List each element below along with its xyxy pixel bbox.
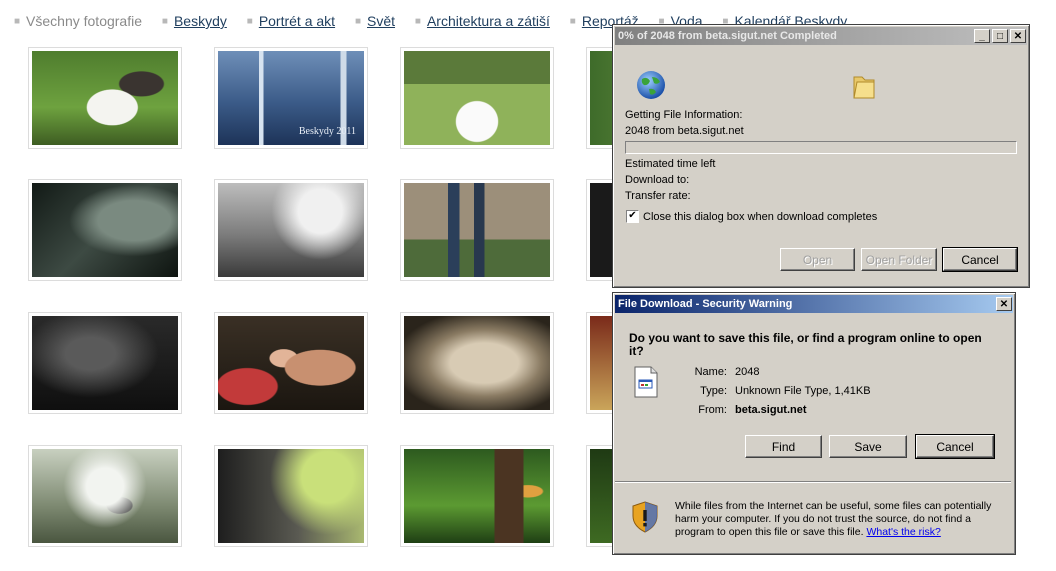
photo-thumbnail[interactable]: Beskydy 2011 xyxy=(214,47,368,149)
bullet-icon: ■ xyxy=(354,16,362,27)
photo-thumbnail[interactable] xyxy=(400,312,554,414)
nav-item-portret[interactable]: ■ Portrét a akt xyxy=(247,13,335,29)
security-title: File Download - Security Warning xyxy=(618,298,793,310)
transfer-rate-label: Transfer rate: xyxy=(625,190,691,202)
photo-image xyxy=(404,183,550,277)
close-icon[interactable]: ✕ xyxy=(996,297,1012,311)
close-icon[interactable]: ✕ xyxy=(1010,29,1026,43)
whats-the-risk-link[interactable]: What's the risk? xyxy=(866,526,940,538)
photo-thumbnail[interactable] xyxy=(28,445,182,547)
progress-title: 0% of 2048 from beta.sigut.net Completed xyxy=(618,30,837,42)
minimize-icon[interactable]: _ xyxy=(974,29,990,43)
photo-thumbnail[interactable] xyxy=(400,179,554,281)
warning-text: While files from the Internet can be use… xyxy=(675,500,1003,539)
download-progress-bar xyxy=(625,141,1017,154)
progress-titlebar: 0% of 2048 from beta.sigut.net Completed… xyxy=(615,27,1027,45)
dialog-separator xyxy=(615,481,1011,483)
security-titlebar: File Download - Security Warning ✕ xyxy=(615,295,1013,313)
nav-item-all[interactable]: ■ Všechny fotografie xyxy=(14,13,142,29)
globe-icon xyxy=(637,71,665,99)
maximize-icon[interactable]: □ xyxy=(992,29,1008,43)
photo-thumbnail[interactable] xyxy=(400,445,554,547)
bullet-icon: ■ xyxy=(246,16,253,27)
warning-body: While files from the Internet can be use… xyxy=(675,500,992,538)
folder-icon xyxy=(853,76,875,99)
photo-image xyxy=(32,316,178,410)
shield-warning-icon xyxy=(632,501,658,533)
bullet-icon: ■ xyxy=(14,16,21,27)
photo-image xyxy=(32,51,178,145)
photo-thumbnail[interactable] xyxy=(400,47,554,149)
from-label: From: xyxy=(698,404,727,416)
open-folder-button[interactable]: Open Folder xyxy=(861,248,937,271)
bullet-icon: ■ xyxy=(569,16,576,27)
name-label: Name: xyxy=(694,366,727,378)
security-question: Do you want to save this file, or find a… xyxy=(629,331,982,358)
photo-image xyxy=(404,51,550,145)
checkmark-icon: ✔ xyxy=(628,210,637,221)
photo-thumbnail[interactable] xyxy=(28,47,182,149)
photo-image xyxy=(218,316,364,410)
status-label: Getting File Information: xyxy=(625,109,743,121)
name-value: 2048 xyxy=(735,366,760,378)
type-label: Type: xyxy=(700,385,727,397)
photo-image xyxy=(404,316,550,410)
nav-item-svet[interactable]: ■ Svět xyxy=(355,13,395,29)
photo-image xyxy=(218,183,364,277)
photo-image xyxy=(218,449,364,543)
open-button[interactable]: Open xyxy=(780,248,855,271)
security-cancel-button[interactable]: Cancel xyxy=(915,434,995,459)
close-when-done-checkbox[interactable]: ✔ xyxy=(626,210,639,223)
photo-thumbnail[interactable] xyxy=(214,312,368,414)
download-to-label: Download to: xyxy=(625,174,690,186)
save-button[interactable]: Save xyxy=(829,435,907,458)
type-value: Unknown File Type, 1,41KB xyxy=(735,385,871,397)
photo-caption: Beskydy 2011 xyxy=(298,126,356,137)
photo-thumbnail[interactable] xyxy=(28,179,182,281)
find-button[interactable]: Find xyxy=(745,435,822,458)
file-icon xyxy=(634,366,658,398)
nav-item-architektura[interactable]: ■ Architektura a zátiší xyxy=(415,13,550,29)
estimated-time-label: Estimated time left xyxy=(625,158,716,170)
progress-cancel-button[interactable]: Cancel xyxy=(942,247,1018,272)
close-when-done-label[interactable]: Close this dialog box when download comp… xyxy=(643,211,877,223)
bullet-icon: ■ xyxy=(414,16,421,27)
security-warning-dialog: File Download - Security Warning ✕ Do yo… xyxy=(612,292,1016,555)
photo-thumbnail[interactable] xyxy=(28,312,182,414)
bullet-icon: ■ xyxy=(161,16,168,27)
nav-item-beskydy[interactable]: ■ Beskydy xyxy=(162,13,227,29)
photo-thumbnail[interactable] xyxy=(214,445,368,547)
status-detail: 2048 from beta.sigut.net xyxy=(625,125,744,137)
photo-image: Beskydy 2011 xyxy=(218,51,364,145)
photo-image xyxy=(32,449,178,543)
download-progress-dialog: 0% of 2048 from beta.sigut.net Completed… xyxy=(612,24,1030,288)
from-value: beta.sigut.net xyxy=(735,404,807,416)
photo-image xyxy=(32,183,178,277)
photo-thumbnail[interactable] xyxy=(214,179,368,281)
photo-image xyxy=(404,449,550,543)
